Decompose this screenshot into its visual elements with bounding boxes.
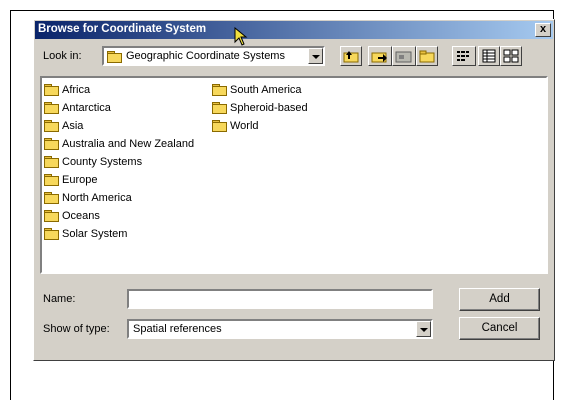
list-item[interactable]: South America	[212, 81, 308, 99]
up-one-level-button[interactable]	[340, 46, 362, 66]
folder-label: Africa	[62, 84, 91, 96]
folder-label: Australia and New Zealand	[62, 138, 195, 150]
folder-icon	[44, 155, 59, 168]
folder-icon	[212, 119, 227, 132]
folder-label: North America	[62, 192, 132, 204]
add-to-favorites-icon	[371, 52, 387, 63]
file-column-2: South America Spheroid-based World	[212, 81, 308, 135]
cancel-button[interactable]: Cancel	[459, 317, 540, 340]
new-folder-icon	[419, 50, 435, 63]
details-view-icon	[482, 49, 496, 63]
file-column-1: Africa Antarctica Asia Australia and New…	[44, 81, 194, 243]
folder-label: Europe	[62, 174, 98, 186]
folder-label: Spheroid-based	[230, 102, 308, 114]
chevron-down-icon[interactable]	[416, 321, 431, 337]
list-item[interactable]: Antarctica	[44, 99, 194, 117]
folder-icon	[107, 51, 122, 63]
name-input[interactable]	[127, 289, 433, 309]
list-view-icon	[457, 51, 469, 61]
list-item[interactable]: World	[212, 117, 308, 135]
up-one-level-icon	[343, 51, 359, 63]
show-of-type-combo[interactable]: Spatial references	[127, 319, 433, 339]
look-in-combo[interactable]: Geographic Coordinate Systems	[102, 46, 325, 66]
folder-icon	[212, 101, 227, 114]
thumbnails-view-button[interactable]	[500, 46, 522, 66]
thumbnails-view-icon	[503, 49, 519, 63]
list-item[interactable]: Africa	[44, 81, 194, 99]
folder-icon	[44, 137, 59, 150]
folder-icon	[44, 101, 59, 114]
dialog-title: Browse for Coordinate System	[38, 23, 207, 35]
folder-label: World	[230, 120, 259, 132]
close-icon: x	[539, 23, 547, 35]
file-list[interactable]: Africa Antarctica Asia Australia and New…	[40, 76, 548, 274]
new-folder-button[interactable]	[416, 46, 438, 66]
chevron-down-icon[interactable]	[308, 48, 323, 64]
title-bar[interactable]: Browse for Coordinate System x	[35, 21, 553, 39]
folder-icon	[44, 83, 59, 96]
connect-folder-icon	[395, 51, 412, 63]
mouse-cursor-icon	[234, 27, 248, 46]
folder-icon	[44, 209, 59, 222]
name-label: Name:	[43, 293, 76, 305]
list-view-button[interactable]	[452, 46, 476, 66]
show-of-type-label: Show of type:	[43, 323, 110, 335]
folder-icon	[212, 83, 227, 96]
folder-label: Antarctica	[62, 102, 111, 114]
list-item[interactable]: Australia and New Zealand	[44, 135, 194, 153]
close-button[interactable]: x	[535, 23, 551, 37]
folder-label: Oceans	[62, 210, 100, 222]
connect-folder-button[interactable]	[392, 46, 416, 66]
add-to-favorites-button[interactable]	[368, 46, 392, 66]
list-item[interactable]: North America	[44, 189, 194, 207]
folder-icon	[44, 191, 59, 204]
folder-icon	[44, 227, 59, 240]
list-item[interactable]: Asia	[44, 117, 194, 135]
details-view-button[interactable]	[478, 46, 500, 66]
look-in-value: Geographic Coordinate Systems	[126, 50, 285, 62]
folder-icon	[44, 119, 59, 132]
folder-label: Solar System	[62, 228, 128, 240]
folder-label: County Systems	[62, 156, 143, 168]
folder-label: South America	[230, 84, 302, 96]
folder-icon	[44, 173, 59, 186]
add-button[interactable]: Add	[459, 288, 540, 311]
folder-label: Asia	[62, 120, 84, 132]
list-item[interactable]: Spheroid-based	[212, 99, 308, 117]
list-item[interactable]: Oceans	[44, 207, 194, 225]
look-in-label: Look in:	[43, 50, 82, 62]
browse-dialog: Browse for Coordinate System x Look in: …	[33, 19, 555, 361]
list-item[interactable]: County Systems	[44, 153, 194, 171]
list-item[interactable]: Europe	[44, 171, 194, 189]
list-item[interactable]: Solar System	[44, 225, 194, 243]
show-of-type-value: Spatial references	[133, 323, 222, 335]
